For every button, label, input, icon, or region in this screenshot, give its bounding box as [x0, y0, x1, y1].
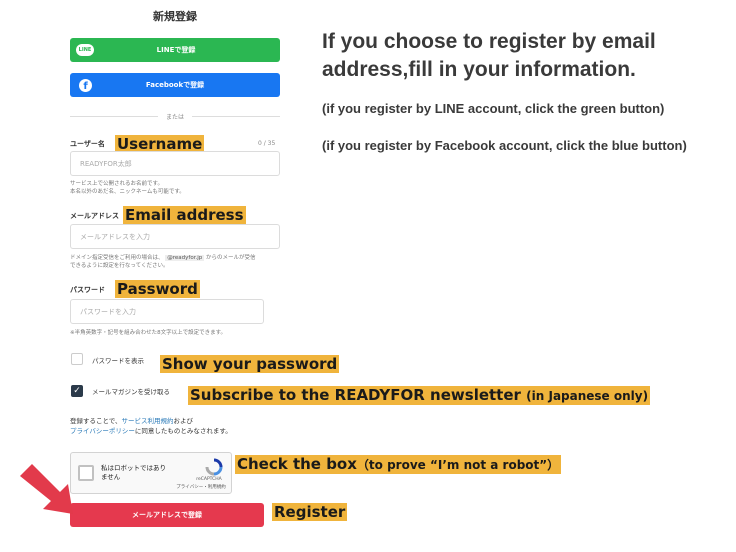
line-logo-icon: LINE	[76, 44, 94, 56]
email-label: メールアドレス	[70, 212, 119, 220]
username-counter: 0 / 35	[258, 140, 276, 147]
or-divider: または	[70, 110, 280, 122]
show-password-label: パスワードを表示	[92, 357, 144, 365]
recaptcha-widget: 私はロボットではあり ません reCAPTCHA プライバシー・利用規約	[70, 452, 232, 494]
instructions-heading: If you choose to register by email addre…	[322, 30, 656, 81]
facebook-logo-icon: f	[79, 78, 92, 92]
privacy-policy-link[interactable]: プライバシーポリシー	[70, 427, 135, 435]
terms-text: 登録することで、サービス利用規約および プライバシーポリシーに同意したものとみな…	[70, 417, 232, 435]
newsletter-label: メールマガジンを受け取る	[92, 388, 170, 396]
username-help: サービス上で公開されるお名前です。 本名以外のあだ名、ニックネームも可能です。	[70, 181, 185, 195]
password-input[interactable]: パスワードを入力	[70, 299, 264, 324]
checkmark-icon: ✓	[73, 386, 81, 396]
email-register-button[interactable]: メールアドレスで登録	[70, 503, 264, 527]
recaptcha-icon	[205, 458, 223, 476]
recaptcha-brand: reCAPTCHA	[196, 477, 222, 482]
show-password-annotation: Show your password	[160, 355, 340, 373]
password-label: パスワード	[70, 286, 105, 294]
facebook-register-button[interactable]: f Facebookで登録	[70, 73, 280, 97]
show-password-checkbox[interactable]	[71, 353, 83, 365]
username-label: ユーザー名	[70, 140, 105, 148]
password-annotation: Password	[115, 280, 200, 298]
recaptcha-label: 私はロボットではあり ません	[101, 464, 166, 481]
line-register-button[interactable]: LINE LINEで登録	[70, 38, 280, 62]
page-title: 新規登録	[153, 10, 197, 23]
newsletter-checkbox[interactable]: ✓	[71, 385, 83, 397]
captcha-annotation: Check the box（to prove “I’m not a robot”…	[235, 455, 562, 474]
line-register-label: LINEで登録	[156, 46, 196, 54]
facebook-instruction-note: (if you register by Facebook account, cl…	[322, 138, 687, 153]
email-annotation: Email address	[123, 206, 246, 224]
recaptcha-checkbox[interactable]	[78, 465, 94, 481]
username-input[interactable]: READYFOR太郎	[70, 151, 280, 176]
recaptcha-links[interactable]: プライバシー・利用規約	[171, 484, 231, 490]
email-input[interactable]: メールアドレスを入力	[70, 224, 280, 249]
email-domain-chip: @readyfor.jp	[165, 255, 205, 261]
red-arrow-icon	[20, 464, 73, 514]
line-instruction-note: (if you register by LINE account, click …	[322, 101, 665, 116]
register-annotation: Register	[272, 503, 348, 521]
service-terms-link[interactable]: サービス利用規約	[122, 417, 174, 425]
newsletter-annotation: Subscribe to the READYFOR newsletter (in…	[188, 386, 651, 405]
facebook-register-label: Facebookで登録	[145, 81, 205, 89]
password-help: ※半角英数字・記号を組み合わせた8文字以上で設定できます。	[70, 330, 227, 336]
email-help: ドメイン指定受信をご利用の場合は、 @readyfor.jp からのメールが受信…	[70, 255, 256, 269]
